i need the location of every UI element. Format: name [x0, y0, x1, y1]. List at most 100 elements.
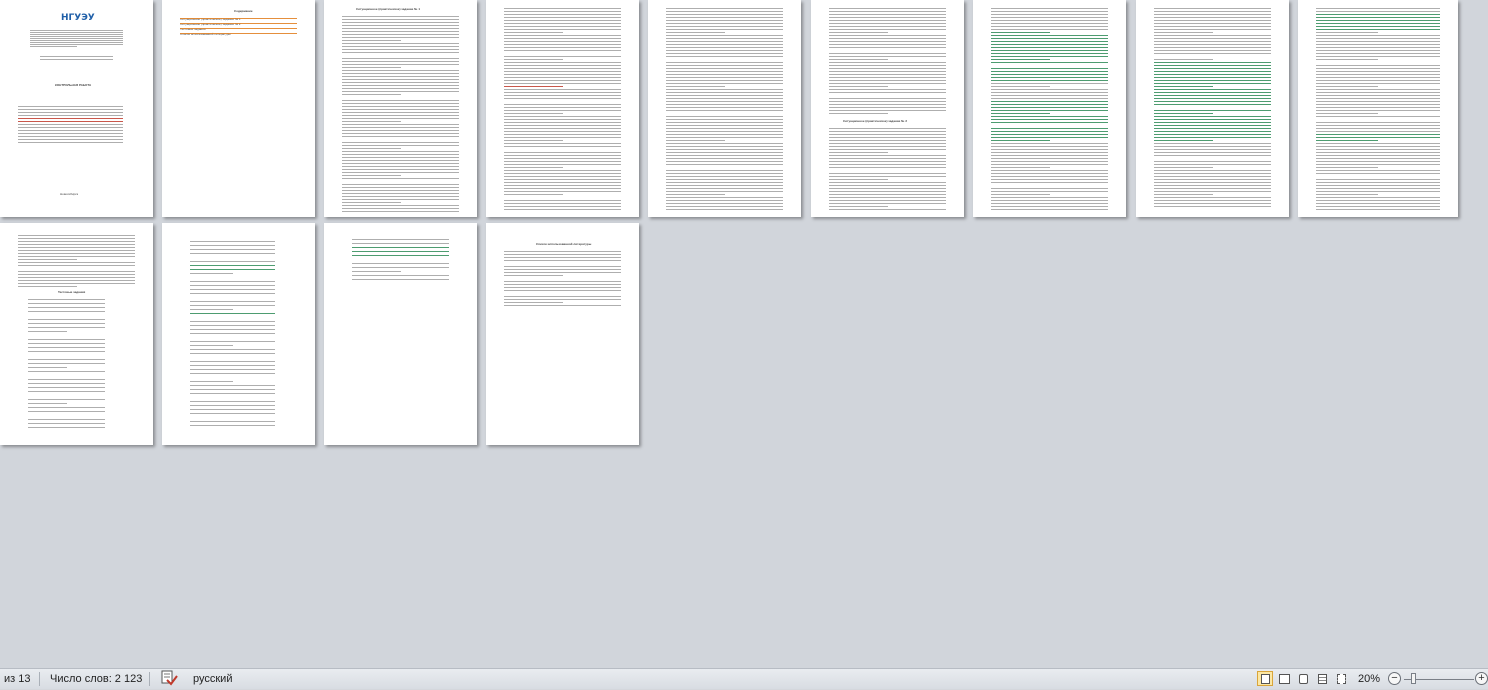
page-1-title[interactable]: НГУЭУ КОНТРОЛЬНАЯ РАБОТА Новосибирск: [0, 0, 153, 217]
text-line: [1316, 140, 1378, 141]
text-line: [504, 89, 621, 90]
page-11[interactable]: [162, 223, 315, 445]
text-line: [1316, 50, 1440, 51]
text-line: [190, 261, 275, 262]
text-line: [829, 20, 946, 21]
text-line: [1316, 71, 1440, 72]
outline-view-button[interactable]: [1314, 671, 1330, 686]
text-line: [190, 273, 233, 274]
text-line: [991, 74, 1108, 75]
print-layout-view-button[interactable]: [1257, 671, 1273, 686]
text-line: [342, 73, 459, 74]
text-line: [504, 200, 621, 201]
text-line: [504, 32, 563, 33]
text-line: [1154, 176, 1271, 177]
text-line: [991, 23, 1108, 24]
text-line: [190, 245, 275, 246]
zoom-out-button[interactable]: −: [1388, 672, 1401, 685]
text-line: [1154, 44, 1271, 45]
draft-view-button[interactable]: [1333, 671, 1349, 686]
text-line: [28, 307, 105, 308]
page-3[interactable]: Ситуационное (практическое) задание № 1: [324, 0, 477, 217]
text-line: [342, 52, 459, 53]
text-line: [504, 110, 621, 111]
page-10[interactable]: Тестовые задания: [0, 223, 153, 445]
word-count[interactable]: Число слов: 2 123: [50, 672, 142, 686]
text-line: [1154, 26, 1271, 27]
text-line: [991, 209, 1108, 210]
text-line: [1154, 170, 1271, 171]
zoom-level[interactable]: 20%: [1358, 672, 1380, 686]
proofing-icon[interactable]: [160, 670, 178, 686]
zoom-slider-thumb[interactable]: [1411, 673, 1416, 684]
text-line: [504, 281, 621, 282]
page-7[interactable]: [973, 0, 1126, 217]
text-line: [18, 238, 135, 239]
text-line: [28, 419, 105, 420]
text-line: [190, 241, 275, 242]
text-line: [991, 53, 1108, 54]
text-line: [829, 209, 946, 210]
text-line: [991, 131, 1108, 132]
page-13-bibliography[interactable]: Список использованной литературы: [486, 223, 639, 445]
web-layout-view-button[interactable]: [1295, 671, 1311, 686]
text-line: [18, 121, 123, 122]
text-line: [28, 383, 105, 384]
text-line: [1316, 206, 1440, 207]
text-line: [829, 203, 946, 204]
text-line: [991, 107, 1108, 108]
text-line: [352, 251, 449, 252]
text-line: [504, 35, 621, 36]
text-line: [190, 329, 275, 330]
text-line: [504, 299, 621, 300]
text-line: [1316, 197, 1440, 198]
text-line: [991, 137, 1108, 138]
text-line: [342, 40, 401, 41]
text-line: [1316, 188, 1440, 189]
title-page-heading: КОНТРОЛЬНАЯ РАБОТА: [55, 83, 92, 87]
text-line: [991, 119, 1108, 120]
document-canvas[interactable]: НГУЭУ КОНТРОЛЬНАЯ РАБОТА Новосибирск Сод…: [0, 0, 1488, 668]
text-line: [180, 18, 297, 19]
page-5[interactable]: [648, 0, 801, 217]
page-6[interactable]: Ситуационное (практическое) задание № 2: [811, 0, 964, 217]
text-line: [1154, 185, 1271, 186]
text-line: [190, 381, 233, 382]
text-line: [666, 92, 783, 93]
text-line: [829, 14, 946, 15]
text-line: [504, 104, 621, 105]
language-indicator[interactable]: русский: [193, 672, 232, 686]
text-line: [342, 46, 459, 47]
text-line: [991, 122, 1108, 123]
text-line: [342, 187, 459, 188]
page-9[interactable]: [1298, 0, 1458, 217]
text-line: [1154, 59, 1213, 60]
text-line: [666, 104, 783, 105]
text-line: [504, 152, 621, 153]
page-4[interactable]: [486, 0, 639, 217]
text-line: [1154, 50, 1271, 51]
text-line: [1154, 152, 1271, 153]
text-line: [18, 250, 135, 251]
text-line: [190, 361, 275, 362]
text-line: [829, 65, 946, 66]
text-line: [40, 59, 113, 60]
full-screen-reading-view-button[interactable]: [1276, 671, 1292, 686]
text-line: [1316, 29, 1440, 30]
text-line: [991, 176, 1108, 177]
text-line: [1316, 56, 1440, 57]
zoom-in-button[interactable]: +: [1475, 672, 1488, 685]
text-line: [666, 185, 783, 186]
page-12[interactable]: [324, 223, 477, 445]
text-line: [1316, 38, 1440, 39]
text-line: [1154, 41, 1271, 42]
text-line: [342, 106, 459, 107]
page-8[interactable]: [1136, 0, 1289, 217]
text-line: [991, 182, 1108, 183]
page-counter[interactable]: из 13: [4, 672, 30, 686]
text-line: [342, 160, 459, 161]
page-2-toc[interactable]: Содержание Ситуационное (практическое) з…: [162, 0, 315, 217]
text-line: [991, 158, 1108, 159]
text-line: [342, 28, 459, 29]
text-line: [1316, 107, 1440, 108]
